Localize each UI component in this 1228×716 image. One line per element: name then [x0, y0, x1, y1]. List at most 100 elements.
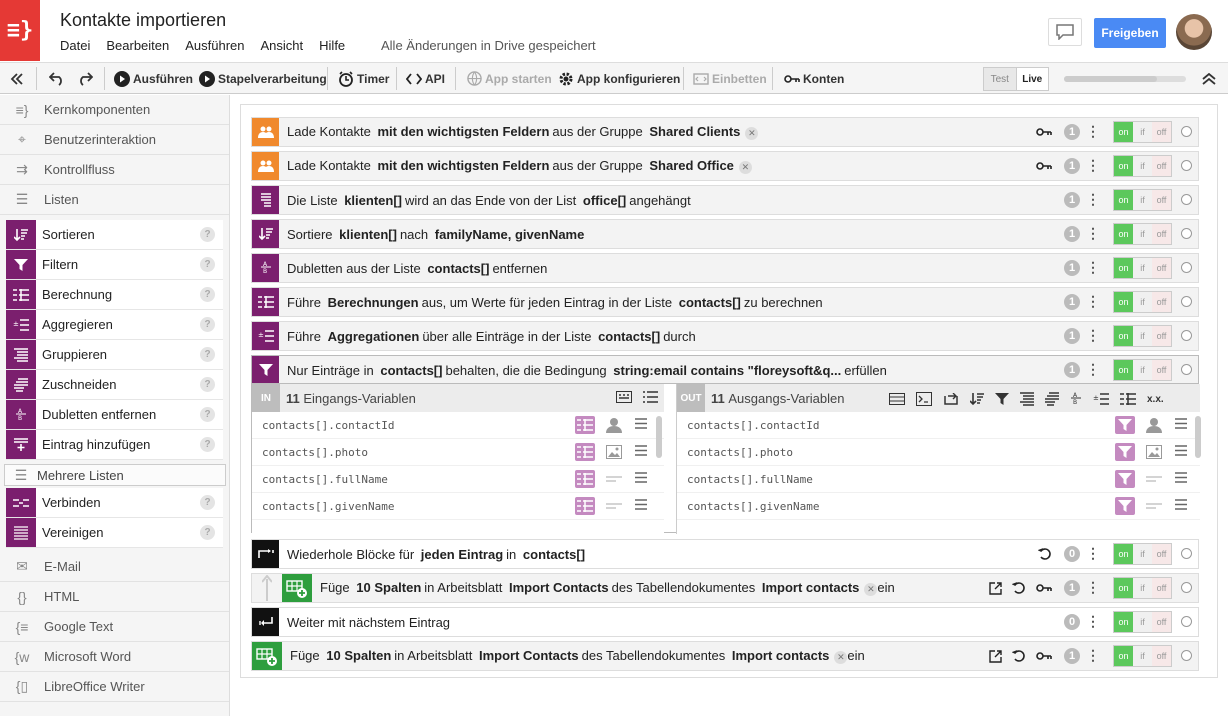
more-menu-icon[interactable]: ⋮	[1086, 293, 1100, 309]
on-if-off-toggle[interactable]: on if off	[1113, 257, 1172, 279]
on-if-off-toggle[interactable]: on if off	[1113, 223, 1172, 245]
more-menu-icon[interactable]: ⋮	[1086, 225, 1100, 241]
toggle-if[interactable]: if	[1133, 326, 1152, 346]
toggle-if[interactable]: if	[1133, 360, 1152, 380]
variable-menu-icon[interactable]	[635, 445, 647, 457]
remove-chip-icon[interactable]: ✕	[864, 582, 878, 596]
more-menu-icon[interactable]: ⋮	[1086, 259, 1100, 275]
sidebar-category-email[interactable]: ✉ E-Mail	[0, 552, 229, 582]
variable-menu-icon[interactable]	[635, 499, 647, 511]
more-tools-label[interactable]: x.x.	[1147, 394, 1164, 405]
toggle-off[interactable]: off	[1152, 544, 1171, 564]
rerun-icon[interactable]	[1038, 547, 1052, 561]
sidebar-item-verbinden[interactable]: Verbinden?	[6, 488, 223, 518]
table-icon[interactable]	[889, 393, 905, 405]
menu-datei[interactable]: Datei	[60, 38, 90, 53]
on-if-off-toggle[interactable]: on if off	[1113, 189, 1172, 211]
batch-button[interactable]: Stapelverarbeitung	[199, 63, 327, 94]
flow-row-remove-duplicates[interactable]: A B Dubletten aus der Liste contacts[] entf…	[251, 253, 1199, 283]
on-if-off-toggle[interactable]: on if off	[1113, 121, 1172, 143]
toggle-if[interactable]: if	[1133, 292, 1152, 312]
toggle-if[interactable]: if	[1133, 544, 1152, 564]
toggle-off[interactable]: off	[1152, 360, 1171, 380]
sidebar-category-benutzerinteraktion[interactable]: ⌖ Benutzerinteraktion	[0, 125, 229, 155]
flow-row-append-list[interactable]: Die Liste klienten[] wird an das Ende von…	[251, 185, 1199, 215]
help-icon[interactable]: ?	[200, 257, 215, 272]
toggle-on[interactable]: on	[1114, 612, 1133, 632]
toggle-on[interactable]: on	[1114, 646, 1133, 666]
output-variable-row[interactable]: contacts[].givenName	[677, 493, 1200, 520]
on-if-off-toggle[interactable]: on if off	[1113, 359, 1172, 381]
flow-row-filter-entries[interactable]: Nur Einträge in contacts[] behalten, die …	[251, 355, 1199, 385]
sidebar-item-berechnung[interactable]: Berechnung?	[6, 280, 223, 310]
collapse-sidebar-button[interactable]	[10, 63, 24, 94]
live-mode[interactable]: Live	[1017, 68, 1049, 90]
toggle-on[interactable]: on	[1114, 578, 1133, 598]
toggle-off[interactable]: off	[1152, 258, 1171, 278]
toggle-on[interactable]: on	[1114, 156, 1133, 176]
menu-hilfe[interactable]: Hilfe	[319, 38, 345, 53]
document-title[interactable]: Kontakte importieren	[60, 10, 226, 31]
sidebar-item-vereinigen[interactable]: Vereinigen?	[6, 518, 223, 548]
sidebar-category-kernkomponenten[interactable]: ≡} Kernkomponenten	[0, 95, 229, 125]
select-radio[interactable]	[1181, 650, 1192, 661]
sidebar-category-microsoft-word[interactable]: {w Microsoft Word	[0, 642, 229, 672]
help-icon[interactable]: ?	[200, 287, 215, 302]
variable-menu-icon[interactable]	[1175, 418, 1187, 430]
select-radio[interactable]	[1181, 228, 1192, 239]
flow-row-load-contacts-office[interactable]: Lade Kontakte mit den wichtigsten Felder…	[251, 151, 1199, 181]
sidebar-header-mehrere-listen[interactable]: ☰ Mehrere Listen	[4, 464, 226, 486]
more-menu-icon[interactable]: ⋮	[1086, 545, 1100, 561]
sidebar-item-gruppieren[interactable]: Gruppieren?	[6, 340, 223, 370]
variable-menu-icon[interactable]	[1175, 445, 1187, 457]
output-variable-row[interactable]: contacts[].fullName	[677, 466, 1200, 493]
toggle-if[interactable]: if	[1133, 578, 1152, 598]
sidebar-item-aggregieren[interactable]: ± Aggregieren?	[6, 310, 223, 340]
rerun-icon[interactable]	[1012, 581, 1026, 595]
loop-output-icon[interactable]	[943, 393, 959, 405]
redo-button[interactable]	[77, 63, 93, 94]
undo-button[interactable]	[49, 63, 65, 94]
trim-icon[interactable]	[1045, 392, 1059, 406]
select-radio[interactable]	[1181, 262, 1192, 273]
help-icon[interactable]: ?	[200, 377, 215, 392]
toggle-if[interactable]: if	[1133, 612, 1152, 632]
timer-button[interactable]: Timer	[338, 63, 389, 94]
key-icon[interactable]	[1036, 583, 1052, 593]
collapse-toolbar-button[interactable]	[1202, 63, 1216, 94]
sidebar-category-google-text[interactable]: {≡ Google Text	[0, 612, 229, 642]
help-icon[interactable]: ?	[200, 437, 215, 452]
api-button[interactable]: API	[406, 63, 445, 94]
sidebar-category-html[interactable]: {} HTML	[0, 582, 229, 612]
accounts-button[interactable]: Konten	[784, 63, 844, 94]
help-icon[interactable]: ?	[200, 495, 215, 510]
toggle-off[interactable]: off	[1152, 292, 1171, 312]
help-icon[interactable]: ?	[200, 227, 215, 242]
share-button[interactable]: Freigeben	[1094, 18, 1166, 48]
toggle-on[interactable]: on	[1114, 258, 1133, 278]
more-menu-icon[interactable]: ⋮	[1086, 613, 1100, 629]
select-radio[interactable]	[1181, 194, 1192, 205]
key-icon[interactable]	[1036, 161, 1052, 171]
embed-button[interactable]: Einbetten	[693, 63, 767, 94]
open-external-icon[interactable]	[989, 581, 1002, 595]
toggle-off[interactable]: off	[1152, 190, 1171, 210]
sidebar-item-filtern[interactable]: Filtern?	[6, 250, 223, 280]
dedupe-icon[interactable]: AB	[1070, 391, 1082, 407]
sidebar-item-zuschneiden[interactable]: Zuschneiden?	[6, 370, 223, 400]
toggle-off[interactable]: off	[1152, 612, 1171, 632]
toggle-off[interactable]: off	[1152, 122, 1171, 142]
test-mode[interactable]: Test	[984, 68, 1017, 90]
more-menu-icon[interactable]: ⋮	[1086, 327, 1100, 343]
sidebar-item-eintrag-hinzufuegen[interactable]: Eintrag hinzufügen?	[6, 430, 223, 460]
more-menu-icon[interactable]: ⋮	[1086, 157, 1100, 173]
toggle-if[interactable]: if	[1133, 258, 1152, 278]
on-if-off-toggle[interactable]: on if off	[1113, 325, 1172, 347]
menu-bearbeiten[interactable]: Bearbeiten	[106, 38, 169, 53]
toggle-on[interactable]: on	[1114, 326, 1133, 346]
select-radio[interactable]	[1181, 330, 1192, 341]
select-radio[interactable]	[1181, 126, 1192, 137]
more-menu-icon[interactable]: ⋮	[1086, 579, 1100, 595]
input-variable-row[interactable]: contacts[].givenName	[252, 493, 664, 520]
flow-row-next-entry[interactable]: Weiter mit nächstem Eintrag 0 ⋮ on if off	[251, 607, 1199, 637]
